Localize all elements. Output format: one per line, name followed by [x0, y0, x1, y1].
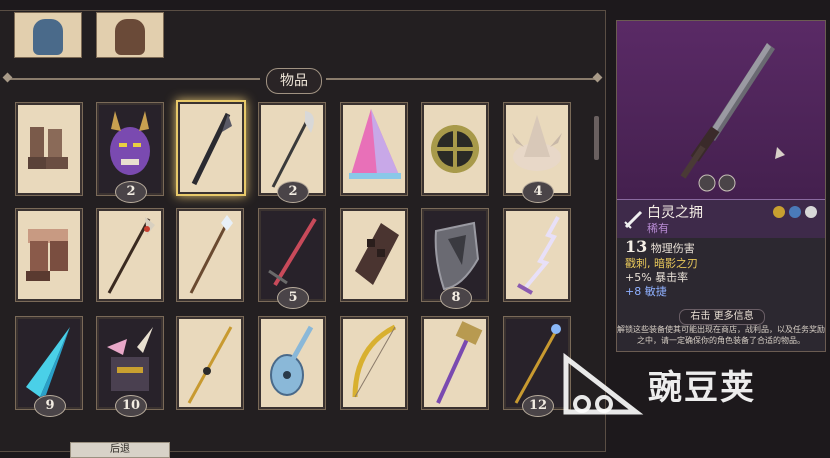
item-count-badge: 2: [115, 181, 147, 203]
item-count-badge: 2: [277, 181, 309, 203]
sword-preview-icon: [680, 43, 785, 192]
pink-hat-icon: [349, 109, 401, 179]
item-detail-panel: 白灵之拥 稀有 13 物理伤害 戳刺, 暗影之刃 +5% 暴击率 +8 敏捷 右…: [616, 20, 826, 352]
item-slot-dark-spear[interactable]: [176, 100, 246, 196]
item-count-badge: 4: [522, 181, 554, 203]
inventory-scrollbar[interactable]: [594, 116, 599, 160]
item-rarity: 稀有: [647, 222, 669, 235]
item-slot-horned-helm[interactable]: 10: [96, 316, 164, 417]
item-preview: [617, 21, 825, 199]
item-slot-lute[interactable]: [258, 316, 326, 410]
dark-spear-icon: [191, 112, 232, 186]
golden-spear-icon: [187, 326, 233, 404]
watermark-text: 豌豆荚: [648, 368, 756, 408]
lightning-sword-icon: [517, 216, 560, 295]
item-name: 白灵之拥: [647, 205, 703, 221]
war-hammer-icon: [436, 321, 483, 404]
item-title-bar: 白灵之拥 稀有: [617, 199, 825, 238]
item-slot-demon-mask[interactable]: 2: [96, 102, 164, 203]
item-count-badge: 8: [440, 287, 472, 309]
golden-bow-icon: [352, 324, 397, 398]
item-slot-golden-bow[interactable]: [340, 316, 408, 410]
damage-stat: 13 物理伤害: [625, 237, 695, 256]
lute-icon: [270, 325, 314, 396]
halberd-icon: [107, 217, 155, 294]
hero-figure-icon: [115, 19, 145, 55]
item-slot-ice-drill[interactable]: 9: [15, 316, 83, 417]
sword-type-icon: [624, 210, 643, 229]
round-shield-icon: [431, 125, 479, 173]
item-count-badge: 9: [34, 395, 66, 417]
hint-line-2: 之中，请一定确保你的角色装备了合适的物品。: [637, 336, 805, 345]
item-slot-red-sword[interactable]: 5: [258, 208, 326, 309]
item-slot-leather-boots[interactable]: [15, 208, 83, 302]
hero-figure-icon: [33, 19, 63, 55]
boots-icon: [28, 127, 68, 169]
gauntlet-icon: [355, 223, 399, 285]
item-count-badge: 10: [115, 395, 147, 417]
section-title: 物品: [266, 68, 322, 94]
hero-portrait-1[interactable]: [14, 12, 82, 58]
item-slot-pink-hat[interactable]: [340, 102, 408, 196]
more-info-button[interactable]: 右击 更多信息: [679, 309, 765, 325]
trait-icons: [773, 206, 817, 218]
divider-left: [8, 78, 260, 80]
agility-bonus: +8 敏捷: [625, 285, 667, 298]
item-count-badge: 12: [522, 395, 554, 417]
item-slot-war-hammer[interactable]: [421, 316, 489, 410]
back-button[interactable]: 后退: [70, 442, 170, 458]
item-slot-spiked-helm[interactable]: 4: [503, 102, 571, 203]
item-slot-glaive[interactable]: 2: [258, 102, 326, 203]
crystal-staff-icon: [189, 215, 233, 294]
hero-portrait-2[interactable]: [96, 12, 164, 58]
damage-label: 物理伤害: [650, 242, 695, 255]
hint-line-1: 解锁这些装备使其可能出现在商店，战利品，以及任务奖励: [617, 325, 825, 334]
item-slot-golden-spear[interactable]: [176, 316, 244, 410]
item-slot-kite-shield[interactable]: 8: [421, 208, 489, 309]
item-slot-halberd[interactable]: [96, 208, 164, 302]
watermark: 豌豆荚: [556, 352, 806, 422]
item-slot-round-shield[interactable]: [421, 102, 489, 196]
item-slot-gauntlet[interactable]: [340, 208, 408, 302]
leather-boots-icon: [26, 229, 68, 281]
watermark-logo-icon: [563, 352, 644, 415]
item-slot-crystal-staff[interactable]: [176, 208, 244, 302]
damage-value: 13: [625, 237, 648, 256]
item-slot-boots[interactable]: [15, 102, 83, 196]
item-slot-lightning-sword[interactable]: [503, 208, 571, 302]
divider-right: [326, 78, 596, 80]
item-count-badge: 5: [277, 287, 309, 309]
unlock-hint: 解锁这些装备使其可能出现在商店，战利品，以及任务奖励 之中，请一定确保你的角色装…: [616, 324, 826, 346]
